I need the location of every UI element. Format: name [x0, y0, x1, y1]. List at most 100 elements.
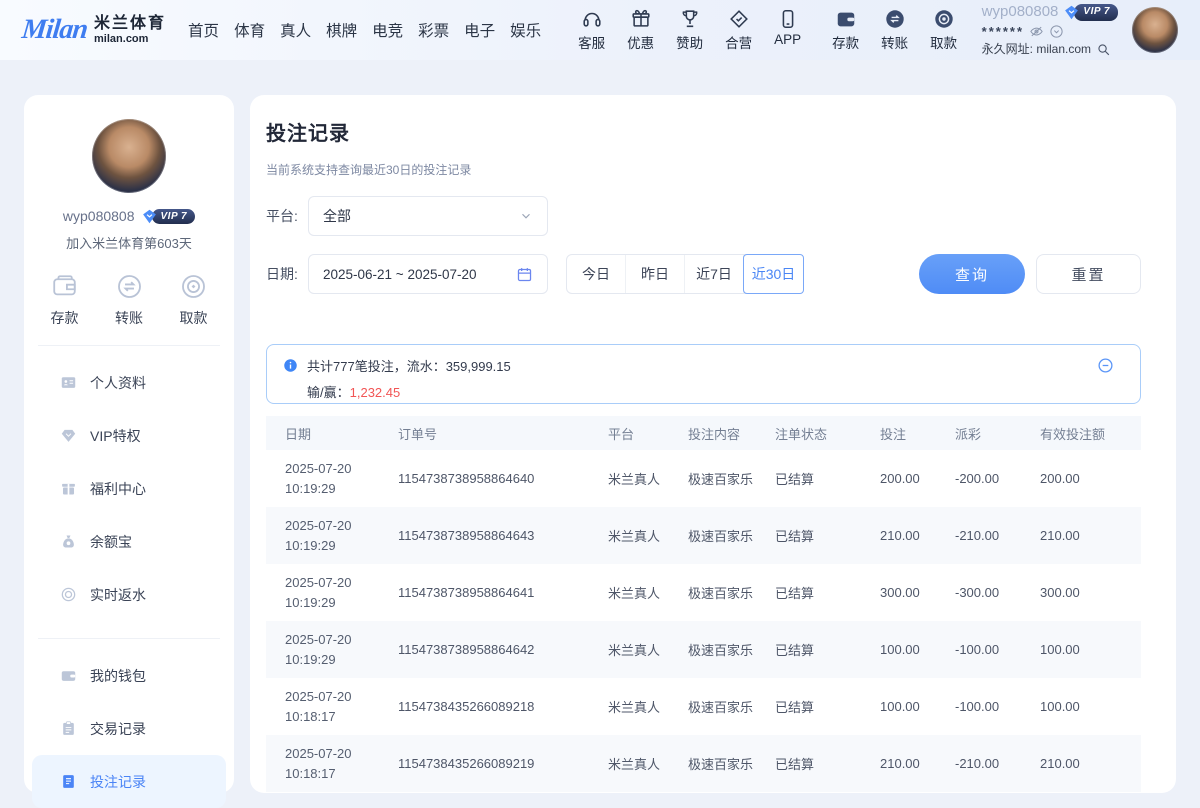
wallet-link-label: 取款: [930, 32, 957, 52]
nav-item-cards[interactable]: 棋牌: [326, 19, 357, 41]
withdraw-link[interactable]: 取款: [924, 8, 964, 52]
sidebar-item-label: 福利中心: [90, 479, 146, 499]
bet-status: 已结算: [775, 621, 880, 678]
sidebar-item-welfare[interactable]: 福利中心: [24, 462, 234, 515]
chevron-down-circle-icon[interactable]: [1049, 24, 1064, 39]
nav-item-slots[interactable]: 电子: [464, 19, 495, 41]
gem-icon: [60, 427, 77, 444]
avatar[interactable]: [92, 119, 166, 193]
bet-date: 2025-07-20: [285, 573, 398, 593]
quick-link-label: 优惠: [627, 32, 654, 52]
id-card-icon: [60, 374, 77, 391]
partnership-link[interactable]: 合营: [719, 8, 759, 52]
sidebar-item-wallet[interactable]: 我的钱包: [24, 649, 234, 702]
collapse-icon[interactable]: [1097, 357, 1114, 374]
withdraw-icon: [933, 8, 955, 30]
sidebar-item-transactions[interactable]: 交易记录: [24, 702, 234, 755]
bet-time: 10:19:29: [285, 650, 398, 670]
sponsorship-link[interactable]: 赞助: [670, 8, 710, 52]
date-label: 日期:: [266, 264, 308, 284]
payout-amount: -300.00: [955, 564, 1040, 621]
divider: [38, 345, 220, 346]
nav-item-entertainment[interactable]: 娱乐: [510, 19, 541, 41]
range-30days-button[interactable]: 近30日: [743, 254, 804, 294]
valid-bet-amount: 100.00: [1040, 678, 1141, 735]
quick-link-label: 合营: [725, 32, 752, 52]
reset-button[interactable]: 重置: [1036, 254, 1141, 294]
deposit-icon: [50, 272, 79, 301]
info-icon: [283, 358, 298, 373]
valid-bet-amount: 210.00: [1040, 507, 1141, 564]
platform-name: 米兰真人: [608, 507, 688, 564]
col-bet: 投注: [880, 416, 955, 450]
range-yesterday-button[interactable]: 昨日: [626, 255, 685, 293]
col-order: 订单号: [398, 416, 608, 450]
sidebar-item-rebate[interactable]: 实时返水: [24, 568, 234, 621]
date-range-input[interactable]: 2025-06-21 ~ 2025-07-20: [308, 254, 548, 294]
sidebar-item-bet-records[interactable]: 投注记录: [32, 755, 226, 808]
transfer-action[interactable]: 转账: [115, 272, 144, 328]
sidebar-item-yuebao[interactable]: 余额宝: [24, 515, 234, 568]
order-number: 1154738738958864641: [398, 564, 608, 621]
nav-item-sports[interactable]: 体育: [234, 19, 265, 41]
sidebar-item-label: 个人资料: [90, 373, 146, 393]
withdraw-action[interactable]: 取款: [179, 272, 208, 328]
bet-amount: 100.00: [880, 621, 955, 678]
valid-bet-amount: 210.00: [1040, 735, 1141, 792]
quick-link-label: 客服: [578, 32, 605, 52]
summary-banner: 共计777笔投注，流水：359,999.15 输/赢：1,232.45: [266, 344, 1141, 404]
bet-amount: 210.00: [880, 735, 955, 792]
sidebar-item-profile[interactable]: 个人资料: [24, 356, 234, 409]
nav-item-esports[interactable]: 电竞: [372, 19, 403, 41]
query-button[interactable]: 查询: [919, 254, 1025, 294]
sidebar-item-vip[interactable]: VIP特权: [24, 409, 234, 462]
bet-time: 10:18:17: [285, 707, 398, 727]
col-payout: 派彩: [955, 416, 1040, 450]
table-row: 2025-07-2010:19:29 1154738738958864643 米…: [266, 507, 1141, 564]
bet-status: 已结算: [775, 735, 880, 792]
nav-item-home[interactable]: 首页: [188, 19, 219, 41]
payout-amount: -100.00: [955, 678, 1040, 735]
order-number: 1154738435266089218: [398, 678, 608, 735]
sidebar-menu-secondary: 我的钱包 交易记录 投注记录: [24, 649, 234, 808]
col-platform: 平台: [608, 416, 688, 450]
col-valid: 有效投注额: [1040, 416, 1141, 450]
masked-balance: ******: [982, 24, 1024, 40]
col-date: 日期: [266, 416, 398, 450]
deposit-action[interactable]: 存款: [50, 272, 79, 328]
app-download-link[interactable]: APP: [768, 8, 808, 52]
promotions-link[interactable]: 优惠: [621, 8, 661, 52]
withdraw-icon: [179, 272, 208, 301]
nav-item-lottery[interactable]: 彩票: [418, 19, 449, 41]
rebate-icon: [60, 586, 77, 603]
logo-script-text: Milan: [20, 14, 88, 46]
customer-service-link[interactable]: 客服: [572, 8, 612, 52]
bet-amount: 210.00: [880, 507, 955, 564]
moneybag-icon: [60, 533, 77, 550]
transfer-link[interactable]: 转账: [875, 8, 915, 52]
bet-time: 10:19:29: [285, 593, 398, 613]
bet-content: 极速百家乐: [688, 678, 775, 735]
records-icon: [60, 773, 77, 790]
platform-name: 米兰真人: [608, 678, 688, 735]
valid-bet-amount: 100.00: [1040, 621, 1141, 678]
platform-name: 米兰真人: [608, 621, 688, 678]
quick-link-label: 赞助: [676, 32, 703, 52]
deposit-link[interactable]: 存款: [826, 8, 866, 52]
eye-off-icon[interactable]: [1029, 24, 1044, 39]
site-logo[interactable]: Milan 米兰体育 milan.com: [22, 14, 166, 46]
page-subtitle: 当前系统支持查询最近30日的投注记录: [266, 161, 1141, 178]
range-7days-button[interactable]: 近7日: [685, 255, 744, 293]
avatar[interactable]: [1132, 7, 1178, 53]
top-bar: Milan 米兰体育 milan.com 首页 体育 真人 棋牌 电竞 彩票 电…: [0, 0, 1200, 60]
bet-amount: 100.00: [880, 678, 955, 735]
bet-status: 已结算: [775, 564, 880, 621]
deposit-icon: [835, 8, 857, 30]
table-row: 2025-07-2010:19:29 1154738738958864642 米…: [266, 621, 1141, 678]
bet-time: 10:19:29: [285, 536, 398, 556]
search-icon[interactable]: [1096, 42, 1111, 57]
range-today-button[interactable]: 今日: [567, 255, 626, 293]
nav-item-live[interactable]: 真人: [280, 19, 311, 41]
sidebar-item-label: 实时返水: [90, 585, 146, 605]
platform-select[interactable]: 全部: [308, 196, 548, 236]
